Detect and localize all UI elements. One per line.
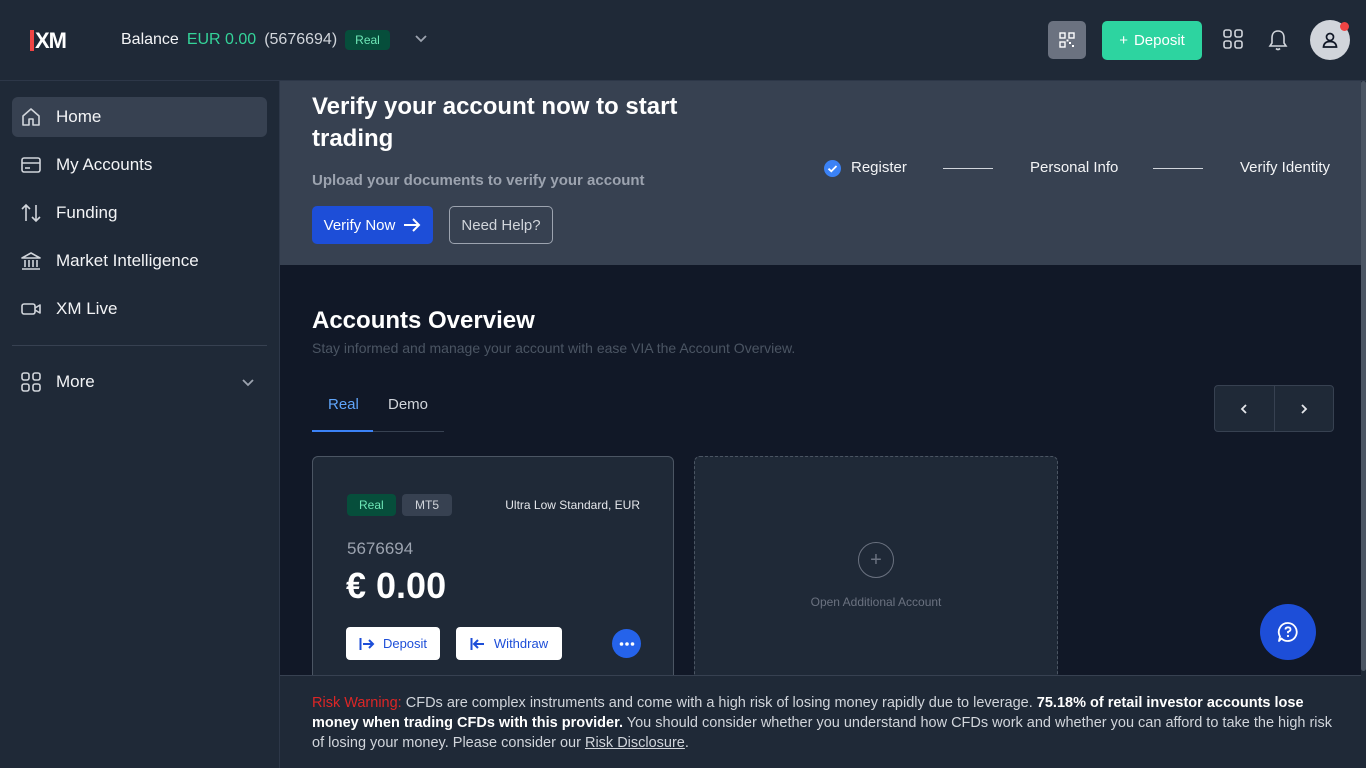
account-number: 5676694 [347,539,414,558]
card-deposit-button[interactable]: Deposit [346,627,440,660]
sidebar-item-label: Home [56,107,102,126]
sidebar-item-label: Funding [56,203,118,222]
prev-button[interactable] [1215,386,1275,431]
chevron-down-icon[interactable] [414,31,428,50]
sidebar-item-label: XM Live [56,299,118,318]
card-deposit-label: Deposit [382,636,428,651]
account-card: Real MT5 Ultra Low Standard, EUR 5676694… [312,456,674,696]
apps-grid-icon[interactable] [1222,28,1244,55]
header-deposit-button[interactable]: + Deposit [1102,21,1202,60]
chevron-left-icon [1240,403,1247,414]
chevron-down-icon [242,379,254,387]
need-help-button[interactable]: Need Help? [449,206,553,244]
sidebar-item-label: More [56,372,95,391]
sidebar-item-funding[interactable]: Funding [12,193,267,233]
account-type-badge: Real [345,30,390,50]
risk-text-1: CFDs are complex instruments and come wi… [401,695,1037,711]
sidebar-item-label: My Accounts [56,155,153,174]
account-tabs: Real Demo [312,384,444,432]
account-balance: € 0.00 [346,565,447,606]
bank-icon [21,252,41,270]
more-dots-icon [619,641,634,646]
card-withdraw-button[interactable]: Withdraw [456,627,562,660]
check-circle-icon [824,160,841,177]
bell-icon[interactable] [1267,28,1289,57]
sidebar-item-market-intelligence[interactable]: Market Intelligence [12,241,267,281]
verify-banner: Verify your account now to start trading… [280,81,1366,265]
scrollbar-thumb[interactable] [1361,81,1366,671]
chevron-right-icon [1301,403,1308,414]
header-deposit-label: Deposit [1133,32,1185,49]
user-icon [1322,32,1338,48]
deposit-arrow-icon [359,637,375,650]
qr-code-icon [1059,32,1075,48]
sidebar-item-xm-live[interactable]: XM Live [12,289,267,329]
sidebar-item-label: Market Intelligence [56,251,199,270]
banner-title: Verify your account now to start trading [312,93,678,152]
account-number: (5676694) [264,31,338,48]
withdraw-arrow-icon [470,637,484,650]
video-icon [21,303,41,315]
logo-bar [30,30,34,51]
scrollbar[interactable] [1361,81,1366,768]
verify-now-label: Verify Now [323,216,396,234]
support-chat-button[interactable] [1260,604,1316,660]
open-additional-account-label: Open Additional Account [810,595,942,609]
card-icon [21,157,41,173]
step-connector [1153,168,1203,169]
risk-end: . [684,735,689,751]
logo-text: XM [35,28,67,53]
active-tab-indicator [312,430,373,432]
step-connector [943,168,993,169]
tab-real[interactable]: Real [328,396,359,413]
top-bar: XM Balance EUR 0.00 (5676694) Real + Dep… [0,0,1366,81]
grid-icon [21,372,41,392]
user-avatar[interactable] [1310,20,1350,60]
banner-subtitle: Upload your documents to verify your acc… [312,172,645,189]
sidebar-item-more[interactable]: More [12,362,267,402]
sidebar-item-my-accounts[interactable]: My Accounts [12,145,267,185]
xm-logo[interactable]: XM [30,28,67,54]
risk-disclosure-link[interactable]: Risk Disclosure [585,735,685,751]
arrow-right-icon [404,218,421,232]
more-options-button[interactable] [612,629,641,658]
step-register: Register [851,159,907,176]
notification-dot [1340,22,1349,31]
plus-circle-icon: + [858,542,894,578]
next-button[interactable] [1275,386,1334,431]
overview-title: Accounts Overview [312,307,535,334]
risk-warning-prefix: Risk Warning: [312,695,402,711]
home-icon [22,108,40,126]
plus-icon: + [1119,32,1128,49]
verify-now-button[interactable]: Verify Now [312,206,433,244]
transfer-arrows-icon [21,203,41,223]
risk-warning: Risk Warning: CFDs are complex instrumen… [280,675,1366,768]
balance-label: Balance [121,31,179,48]
qr-code-button[interactable] [1048,21,1086,59]
step-personal-info: Personal Info [1030,159,1119,176]
overview-subtitle: Stay informed and manage your account wi… [312,340,796,356]
balance-selector[interactable]: Balance EUR 0.00 (5676694) Real [121,30,428,50]
tab-demo[interactable]: Demo [388,396,428,413]
sidebar: Home My Accounts Funding Market Intellig… [0,81,280,768]
carousel-pager [1214,385,1334,432]
balance-amount: EUR 0.00 [186,31,257,48]
sidebar-item-home[interactable]: Home [12,97,267,137]
account-kind: Ultra Low Standard, EUR [505,498,640,512]
account-type-badge: Real [347,494,396,516]
platform-badge: MT5 [402,494,452,516]
sidebar-divider [12,345,267,346]
chat-help-icon [1277,622,1298,642]
step-verify-identity: Verify Identity [1240,159,1331,176]
open-additional-account-card[interactable]: + Open Additional Account [694,456,1058,696]
card-withdraw-label: Withdraw [493,636,549,651]
